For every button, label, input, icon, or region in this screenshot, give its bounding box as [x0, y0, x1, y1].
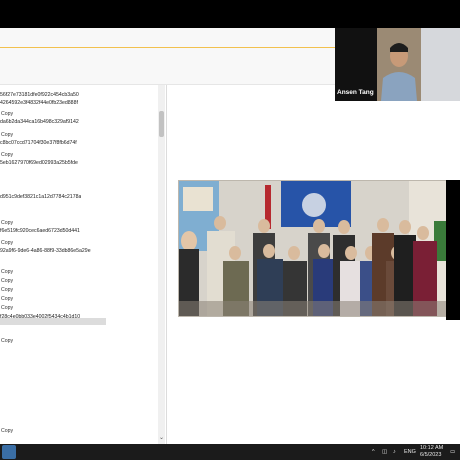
hash-value: da6b2da344ca16b498c329af9142 [0, 119, 79, 125]
copy-link[interactable]: Copy [1, 304, 13, 312]
hash-value: 92a9f6-9de6-4a86-88f9-33db86e5a29e [0, 248, 91, 254]
start-icon[interactable] [2, 445, 16, 459]
copy-link[interactable]: Copy [1, 268, 13, 276]
hash-value: f6e519fc920cec6aed6723d50d441 [0, 228, 80, 234]
language-indicator[interactable]: ENG [404, 449, 416, 455]
copy-link[interactable]: Copy [1, 131, 13, 139]
scrollbar-thumb[interactable] [159, 111, 164, 137]
copy-link[interactable]: Copy [1, 337, 13, 345]
copy-link[interactable]: Copy [1, 286, 13, 294]
clock-date[interactable]: 6/5/2023 [420, 452, 441, 458]
webcam-overlay: Ansen Tang [335, 28, 460, 101]
network-icon[interactable]: ◫ [382, 449, 387, 455]
right-edge-strip [446, 180, 460, 320]
copy-link[interactable]: Copy [1, 151, 13, 159]
copy-link[interactable]: Copy [1, 427, 13, 435]
clock-time[interactable]: 10:12 AM [420, 445, 443, 451]
scrollbar-track[interactable] [158, 85, 165, 444]
copy-link[interactable]: Copy [1, 239, 13, 247]
hash-value: 4264592e3f4832f44e0fb23ed888f [0, 100, 78, 106]
group-photo [178, 180, 458, 317]
webcam-participant-name: Ansen Tang [337, 89, 374, 96]
hash-value: 56f27e73181dfe0f922c454cb3a50 [0, 92, 79, 98]
hash-value: f28c4e0bb033e4002f5434c4b1d10 [0, 314, 81, 320]
tray-chevron-icon[interactable]: ^ [372, 449, 375, 455]
copy-link[interactable]: Copy [1, 277, 13, 285]
hash-list-panel: 56f27e73181dfe0f922c454cb3a50 4264592e3f4… [0, 85, 167, 444]
volume-icon[interactable]: ♪ [393, 449, 396, 455]
scroll-down-icon[interactable]: ⌄ [158, 435, 165, 442]
notifications-icon[interactable]: ▭ [450, 449, 455, 455]
hash-value: 5eb1627970f69ed02993a25b5fde [0, 160, 78, 166]
hash-value: c8bc07ccd71704f30e37f8fb6d74f [0, 140, 77, 146]
copy-link[interactable]: Copy [1, 295, 13, 303]
copy-link[interactable]: Copy [1, 219, 13, 227]
group-photo-image [179, 181, 457, 316]
hash-value: d951c9def3821c1a12d7784c2178a [0, 194, 82, 200]
taskbar: ^ ◫ ♪ ENG 10:12 AM 6/5/2023 ▭ [0, 444, 460, 460]
copy-link[interactable]: Copy [1, 110, 13, 118]
